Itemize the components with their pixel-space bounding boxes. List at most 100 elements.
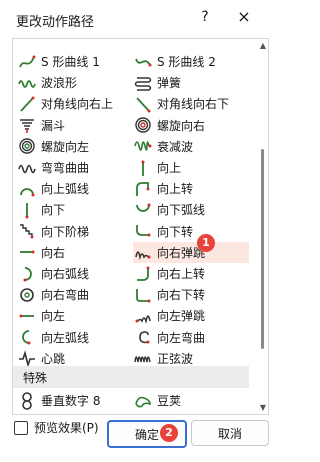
help-button[interactable]: ? <box>198 9 212 25</box>
path-item[interactable]: 向下阶梯 <box>17 221 133 242</box>
scroll-up-icon[interactable]: ▲ <box>259 41 267 50</box>
special-path-item[interactable]: 豆荚 <box>133 390 249 411</box>
turn-up-icon <box>133 179 153 199</box>
path-item-label: 正弦波 <box>157 351 194 366</box>
path-item-label: 螺旋向右 <box>157 118 206 133</box>
path-item-label: 向上 <box>157 161 182 175</box>
path-item[interactable]: 向左弯曲 <box>133 327 249 348</box>
path-item[interactable]: 衰减波 <box>133 136 249 157</box>
path-item-label: 弯弯曲曲 <box>41 161 90 175</box>
path-item-label: 对角线向右下 <box>157 97 230 112</box>
turn-up-right-icon <box>133 264 153 284</box>
scrollbar[interactable]: ▲ ▼ <box>258 39 268 414</box>
path-item-label: 向下转 <box>157 224 194 239</box>
path-item-label: 弹簧 <box>157 76 182 91</box>
turn-down-icon <box>133 221 153 241</box>
path-item[interactable]: 向上弧线 <box>17 178 133 199</box>
arc-down-icon <box>133 200 153 220</box>
path-item[interactable]: 向左 <box>17 305 133 326</box>
path-item-label: S 形曲线 1 <box>41 55 100 69</box>
path-item-label: 向左弯曲 <box>157 330 206 345</box>
title-bar: 更改动作路径 ? × <box>0 0 281 38</box>
up-icon <box>133 158 153 178</box>
path-item-label: 衰减波 <box>157 139 194 154</box>
path-list[interactable]: S 形曲线 1 S 形曲线 2 波浪形 弹簧对角线向右上 对角线向右下漏斗 螺旋向右螺旋向… <box>12 38 269 415</box>
bean-icon <box>133 391 153 411</box>
path-item-label: 向右 <box>41 245 66 260</box>
path-item-label: 向下弧线 <box>157 203 206 218</box>
path-item[interactable]: 向左弧线 <box>17 327 133 348</box>
path-item[interactable]: 向右下转 <box>133 284 249 305</box>
path-item[interactable]: 弹簧 <box>133 72 249 93</box>
path-item[interactable]: 向下弧线 <box>133 199 249 220</box>
arc-left-icon <box>17 327 37 347</box>
path-item[interactable]: 弯弯曲曲 <box>17 157 133 178</box>
path-item-label: 漏斗 <box>41 118 66 133</box>
path-item[interactable]: 向下 <box>17 199 133 220</box>
arc-up-icon <box>17 179 37 199</box>
path-item[interactable]: S 形曲线 1 <box>17 51 133 72</box>
path-item[interactable]: 向上转 <box>133 178 249 199</box>
diagonal-down-right-icon <box>133 94 153 114</box>
diagonal-up-right-icon <box>17 94 37 114</box>
preview-checkbox[interactable]: 预览效果(P) <box>14 419 99 436</box>
ok-label: 确定 <box>134 427 159 442</box>
close-button[interactable]: × <box>234 7 254 27</box>
path-item[interactable]: 向右上转 <box>133 263 249 284</box>
funnel-icon <box>17 115 37 135</box>
spiral-right-icon <box>133 115 153 135</box>
path-item-label: 垂直数字 8 <box>41 394 101 408</box>
path-item[interactable]: 向下转 <box>133 221 249 242</box>
path-item[interactable]: 波浪形 <box>17 72 133 93</box>
s-curve-1-icon <box>17 52 37 72</box>
path-item[interactable]: 对角线向右上 <box>17 93 133 114</box>
path-item[interactable]: 向右弧线 <box>17 263 133 284</box>
s-curve-2-icon <box>133 52 153 72</box>
path-item[interactable]: 向左弹跳 <box>133 305 249 326</box>
arc-right-icon <box>17 264 37 284</box>
path-item[interactable]: S 形曲线 2 <box>133 51 249 72</box>
section-title: 特殊 <box>23 370 48 385</box>
decaying-wave-icon <box>133 136 153 156</box>
scroll-down-icon[interactable]: ▼ <box>259 403 267 412</box>
cancel-button[interactable]: 取消 <box>191 420 269 446</box>
curvy-left-icon <box>133 327 153 347</box>
path-item-label: 波浪形 <box>41 76 78 91</box>
path-item[interactable]: 对角线向右下 <box>133 93 249 114</box>
path-item[interactable]: 向右弯曲 <box>17 284 133 305</box>
path-item-label: 向右弧线 <box>41 267 90 281</box>
wave-icon <box>17 73 37 93</box>
path-item-label: 豆荚 <box>157 394 182 408</box>
path-item-label: 螺旋向左 <box>41 139 90 154</box>
badge-step-1: 1 <box>197 234 215 252</box>
curvy-right-icon <box>17 285 37 305</box>
vertical-figure-8-icon <box>17 391 37 411</box>
path-item-label: 向左 <box>41 309 66 324</box>
path-item[interactable]: 漏斗 <box>17 115 133 136</box>
scroll-thumb[interactable] <box>261 149 264 349</box>
bounce-right-icon <box>133 242 153 262</box>
path-item[interactable]: 向上 <box>133 157 249 178</box>
path-item-label: 向左弧线 <box>41 330 90 345</box>
path-item-label: S 形曲线 2 <box>157 55 216 69</box>
left-icon <box>17 306 37 326</box>
badge-step-2: 2 <box>160 424 178 442</box>
path-item-label: 向上转 <box>157 182 194 197</box>
turn-down-right-icon <box>133 285 153 305</box>
path-item[interactable]: 向右弹跳 <box>133 241 249 263</box>
dialog-title: 更改动作路径 <box>16 15 95 30</box>
checkbox-box[interactable] <box>14 420 28 435</box>
path-item-label: 向左弹跳 <box>157 309 206 324</box>
cancel-label: 取消 <box>217 426 242 441</box>
path-item[interactable]: 螺旋向右 <box>133 115 249 136</box>
path-item-label: 向右下转 <box>157 288 206 303</box>
spiral-left-icon <box>17 136 37 156</box>
path-item-label: 心跳 <box>41 351 66 366</box>
zigzag-curve-icon <box>17 158 37 178</box>
path-item-label: 向右弯曲 <box>41 288 90 303</box>
path-item-label: 向下 <box>41 203 66 218</box>
path-item[interactable]: 螺旋向左 <box>17 136 133 157</box>
special-path-item[interactable]: 垂直数字 8 <box>17 390 133 411</box>
bounce-left-icon <box>133 306 153 326</box>
path-item[interactable]: 向右 <box>17 242 133 263</box>
